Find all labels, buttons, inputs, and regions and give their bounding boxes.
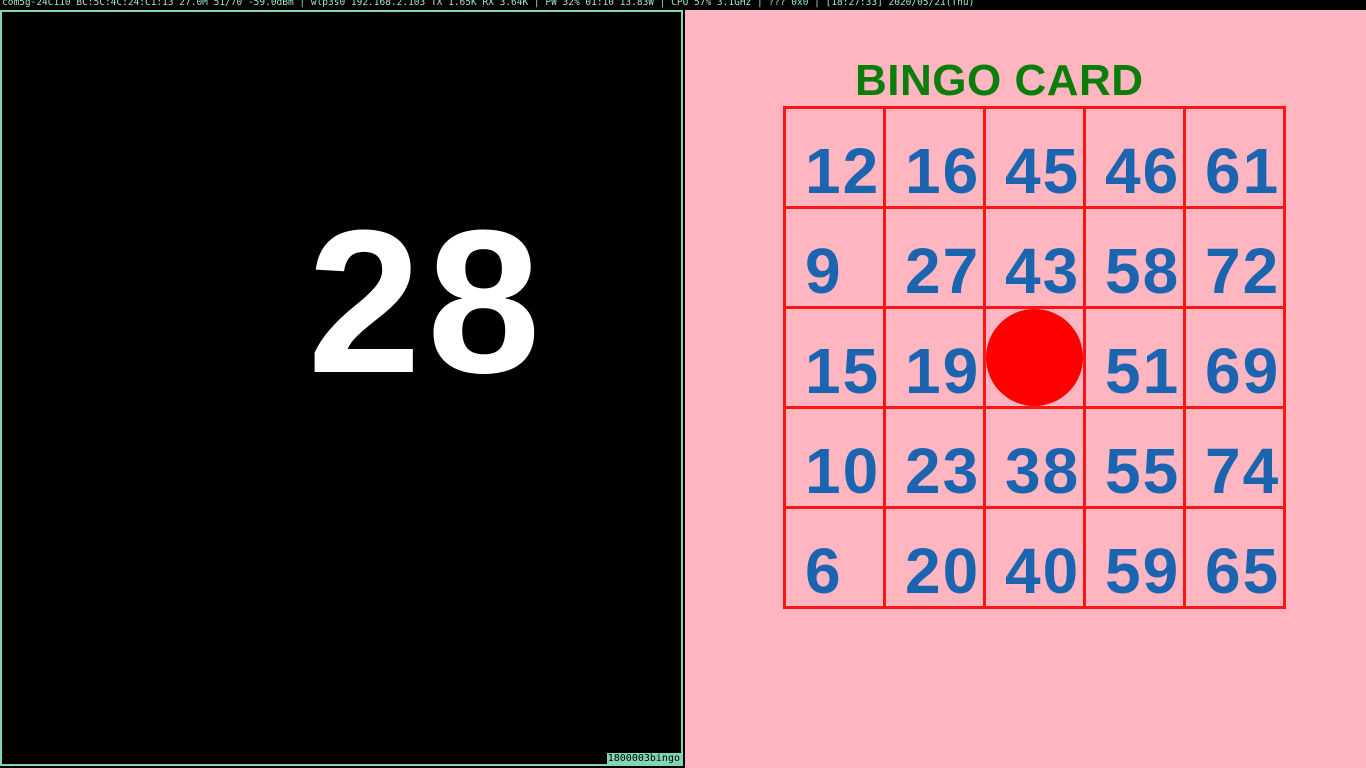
bingo-cell[interactable]: 43 [983, 206, 1083, 307]
bingo-cell[interactable]: 15 [783, 306, 883, 407]
bingo-cell[interactable]: 6 [783, 506, 883, 609]
bingo-cell[interactable]: 9 [783, 206, 883, 307]
bingo-number: 61 [1205, 135, 1281, 207]
bingo-cell[interactable]: 55 [1083, 406, 1183, 507]
window-tag: 1800003bingo [606, 753, 681, 764]
called-number: 28 [307, 188, 547, 416]
bingo-cell[interactable]: 27 [883, 206, 983, 307]
bingo-number: 59 [1105, 535, 1181, 607]
bingo-cell[interactable]: 16 [883, 106, 983, 207]
bingo-grid: 12 16 45 46 61 9 27 43 58 72 15 19 51 69 10 23 38 55 74 6 20… [783, 106, 1286, 609]
bingo-cell[interactable]: 46 [1083, 106, 1183, 207]
bingo-number: 58 [1105, 235, 1181, 307]
bingo-number: 10 [805, 435, 881, 507]
bingo-cell[interactable]: 61 [1183, 106, 1286, 207]
bingo-number: 43 [1005, 235, 1081, 307]
status-bar-text: com5g-24C110 BC:5C:4C:24:C1:13 27.0M 51/… [2, 0, 975, 8]
bingo-number: 15 [805, 335, 881, 407]
bingo-number: 6 [805, 535, 843, 607]
bingo-number: 51 [1105, 335, 1181, 407]
bingo-number: 55 [1105, 435, 1181, 507]
bingo-number: 19 [905, 335, 981, 407]
called-number-window: 28 1800003bingo [0, 10, 683, 766]
bingo-cell[interactable]: 65 [1183, 506, 1286, 609]
bingo-number: 12 [805, 135, 881, 207]
bingo-number: 72 [1205, 235, 1281, 307]
bingo-number: 69 [1205, 335, 1281, 407]
bingo-cell[interactable]: 59 [1083, 506, 1183, 609]
bingo-number: 38 [1005, 435, 1081, 507]
bingo-cell[interactable]: 20 [883, 506, 983, 609]
bingo-number: 16 [905, 135, 981, 207]
card-title: BINGO CARD [855, 56, 1144, 105]
bingo-cell[interactable]: 12 [783, 106, 883, 207]
bingo-number: 74 [1205, 435, 1281, 507]
status-bar: com5g-24C110 BC:5C:4C:24:C1:13 27.0M 51/… [0, 0, 1366, 10]
bingo-number: 46 [1105, 135, 1181, 207]
bingo-number: 23 [905, 435, 981, 507]
bingo-cell[interactable] [983, 306, 1083, 406]
bingo-cell[interactable]: 40 [983, 506, 1083, 609]
bingo-number: 45 [1005, 135, 1081, 207]
bingo-cell[interactable]: 19 [883, 306, 983, 407]
bingo-number: 9 [805, 235, 843, 307]
bingo-cell[interactable]: 10 [783, 406, 883, 507]
bingo-number: 27 [905, 235, 981, 307]
bingo-number: 40 [1005, 535, 1081, 607]
bingo-cell[interactable]: 51 [1083, 306, 1183, 407]
bingo-cell[interactable]: 38 [983, 406, 1083, 507]
bingo-number: 20 [905, 535, 981, 607]
bingo-number: 65 [1205, 535, 1281, 607]
free-space-marker [986, 309, 1083, 406]
bingo-cell[interactable]: 74 [1183, 406, 1286, 507]
bingo-cell[interactable]: 23 [883, 406, 983, 507]
bingo-cell[interactable]: 45 [983, 106, 1083, 207]
bingo-cell[interactable]: 72 [1183, 206, 1286, 307]
bingo-cell[interactable]: 69 [1183, 306, 1286, 407]
bingo-cell[interactable]: 58 [1083, 206, 1183, 307]
